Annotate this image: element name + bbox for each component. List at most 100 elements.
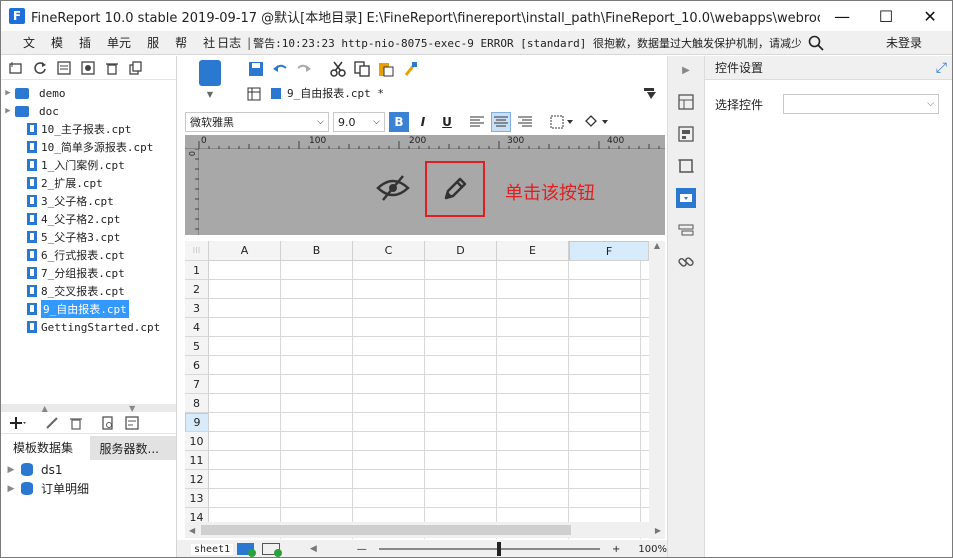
condition-attributes-icon[interactable] xyxy=(676,220,696,240)
row-header[interactable]: 4 xyxy=(185,318,209,337)
expand-arrow-icon[interactable]: ▶ xyxy=(1,88,15,98)
row-header[interactable]: 8 xyxy=(185,394,209,413)
delete-dataset-icon[interactable] xyxy=(67,414,85,432)
scroll-right-icon[interactable]: ▶ xyxy=(655,526,661,535)
tree-file[interactable]: GettingStarted.cpt xyxy=(1,318,176,336)
search-icon[interactable] xyxy=(801,35,831,51)
select-all-corner[interactable]: ⁝⁝⁝ xyxy=(185,241,209,261)
settings-icon[interactable] xyxy=(79,59,97,77)
format-painter-icon[interactable] xyxy=(401,60,419,78)
copy-icon[interactable] xyxy=(127,59,145,77)
edit-dataset-icon[interactable] xyxy=(43,414,61,432)
row-header[interactable]: 2 xyxy=(185,280,209,299)
tree-folder[interactable]: ▶ doc xyxy=(1,102,176,120)
redo-icon[interactable] xyxy=(295,60,313,78)
add-dataset-icon[interactable] xyxy=(9,414,27,432)
column-header[interactable]: E xyxy=(497,241,569,261)
tab-current-file[interactable]: 9_自由报表.cpt * xyxy=(263,82,392,106)
underline-button[interactable]: U xyxy=(437,112,457,132)
scroll-thumb[interactable] xyxy=(201,525,571,535)
zoom-in-button[interactable]: + xyxy=(612,544,620,555)
maximize-button[interactable]: ☐ xyxy=(864,1,908,31)
row-header[interactable]: 6 xyxy=(185,356,209,375)
row-header[interactable]: 12 xyxy=(185,470,209,489)
tree-file-selected[interactable]: 9_自由报表.cpt xyxy=(1,300,176,318)
font-family-select[interactable]: 微软雅黑 ⌵ xyxy=(185,112,329,132)
menu-file[interactable]: 文 xyxy=(1,34,43,51)
cell-attributes-icon[interactable] xyxy=(676,92,696,112)
zoom-out-button[interactable]: — xyxy=(357,544,367,555)
minimize-button[interactable]: — xyxy=(820,1,864,31)
hyperlink-icon[interactable] xyxy=(676,252,696,272)
new-folder-icon[interactable] xyxy=(7,59,25,77)
add-form-sheet-icon[interactable] xyxy=(262,543,282,557)
row-header[interactable]: 11 xyxy=(185,451,209,470)
menu-log[interactable]: 日志 xyxy=(217,34,245,51)
tree-file[interactable]: 4_父子格2.cpt xyxy=(1,210,176,228)
template-list-icon[interactable] xyxy=(55,59,73,77)
expand-arrow-icon[interactable]: ▶ xyxy=(1,484,21,494)
edit-widget-button[interactable] xyxy=(425,161,485,217)
float-element-icon[interactable] xyxy=(676,156,696,176)
tree-file[interactable]: 3_父子格.cpt xyxy=(1,192,176,210)
refresh-icon[interactable] xyxy=(31,59,49,77)
add-sheet-icon[interactable] xyxy=(237,543,257,557)
expand-arrow-icon[interactable]: ▶ xyxy=(1,106,15,116)
column-header[interactable]: B xyxy=(281,241,353,261)
align-right-icon[interactable] xyxy=(515,112,535,132)
tree-folder[interactable]: ▶ demo xyxy=(1,84,176,102)
menu-template[interactable]: 模 xyxy=(43,34,71,51)
bold-button[interactable]: B xyxy=(389,112,409,132)
scroll-left-icon[interactable]: ◀ xyxy=(189,526,195,535)
dataset-item[interactable]: ▶ 订单明细 xyxy=(1,479,176,498)
select-widget-dropdown[interactable]: ⌵ xyxy=(783,94,940,114)
menu-community[interactable]: 社 xyxy=(195,34,217,51)
italic-button[interactable]: I xyxy=(413,112,433,132)
sheet-tab[interactable]: sheet1 xyxy=(191,543,234,555)
paste-icon[interactable] xyxy=(377,60,395,78)
tab-server-datasets[interactable]: 服务器数... xyxy=(89,436,176,460)
tree-file[interactable]: 1_入门案例.cpt xyxy=(1,156,176,174)
scroll-up-icon[interactable]: ▲ xyxy=(654,241,660,250)
expand-arrow-icon[interactable]: ▶ xyxy=(1,465,21,475)
tree-file[interactable]: 2_扩展.cpt xyxy=(1,174,176,192)
sheet-scroll-left-icon[interactable]: ◀ xyxy=(310,544,317,554)
close-button[interactable]: ✕ xyxy=(908,1,952,31)
eye-hidden-icon[interactable] xyxy=(375,174,411,205)
row-header[interactable]: 13 xyxy=(185,489,209,508)
menu-server[interactable]: 服 xyxy=(139,34,167,51)
tree-file[interactable]: 10_主子报表.cpt xyxy=(1,120,176,138)
border-icon[interactable] xyxy=(547,112,577,132)
column-header[interactable]: D xyxy=(425,241,497,261)
collapse-panel-icon[interactable]: ▶ xyxy=(676,60,696,80)
grid-layout-icon[interactable] xyxy=(245,85,263,103)
cut-icon[interactable] xyxy=(329,60,347,78)
cell-grid[interactable] xyxy=(209,261,649,539)
tree-file[interactable]: 6_行式报表.cpt xyxy=(1,246,176,264)
delete-icon[interactable] xyxy=(103,59,121,77)
row-header[interactable]: 1 xyxy=(185,261,209,280)
column-header[interactable]: A xyxy=(209,241,281,261)
row-header[interactable]: 3 xyxy=(185,299,209,318)
menu-cell[interactable]: 单元 xyxy=(99,34,139,51)
row-header-selected[interactable]: 9 xyxy=(185,413,209,432)
tab-menu-icon[interactable] xyxy=(641,85,659,103)
dataset-item[interactable]: ▶ ds1 xyxy=(1,460,176,479)
undo-icon[interactable] xyxy=(271,60,289,78)
cell-element-icon[interactable] xyxy=(676,124,696,144)
row-header[interactable]: 7 xyxy=(185,375,209,394)
fill-color-icon[interactable] xyxy=(581,112,611,132)
menu-insert[interactable]: 插 xyxy=(71,34,99,51)
tree-file[interactable]: 10_简单多源报表.cpt xyxy=(1,138,176,156)
expand-panel-icon[interactable]: ⤢ xyxy=(936,60,947,76)
column-header[interactable]: C xyxy=(353,241,425,261)
tab-template-datasets[interactable]: 模板数据集 xyxy=(1,436,90,460)
zoom-slider[interactable] xyxy=(378,542,601,556)
row-header[interactable]: 10 xyxy=(185,432,209,451)
dataset-params-icon[interactable] xyxy=(123,414,141,432)
widget-settings-icon[interactable] xyxy=(676,188,696,208)
font-size-select[interactable]: 9.0 ⌵ xyxy=(333,112,385,132)
save-icon[interactable] xyxy=(247,60,265,78)
align-left-icon[interactable] xyxy=(467,112,487,132)
menu-help[interactable]: 帮 xyxy=(167,34,195,51)
